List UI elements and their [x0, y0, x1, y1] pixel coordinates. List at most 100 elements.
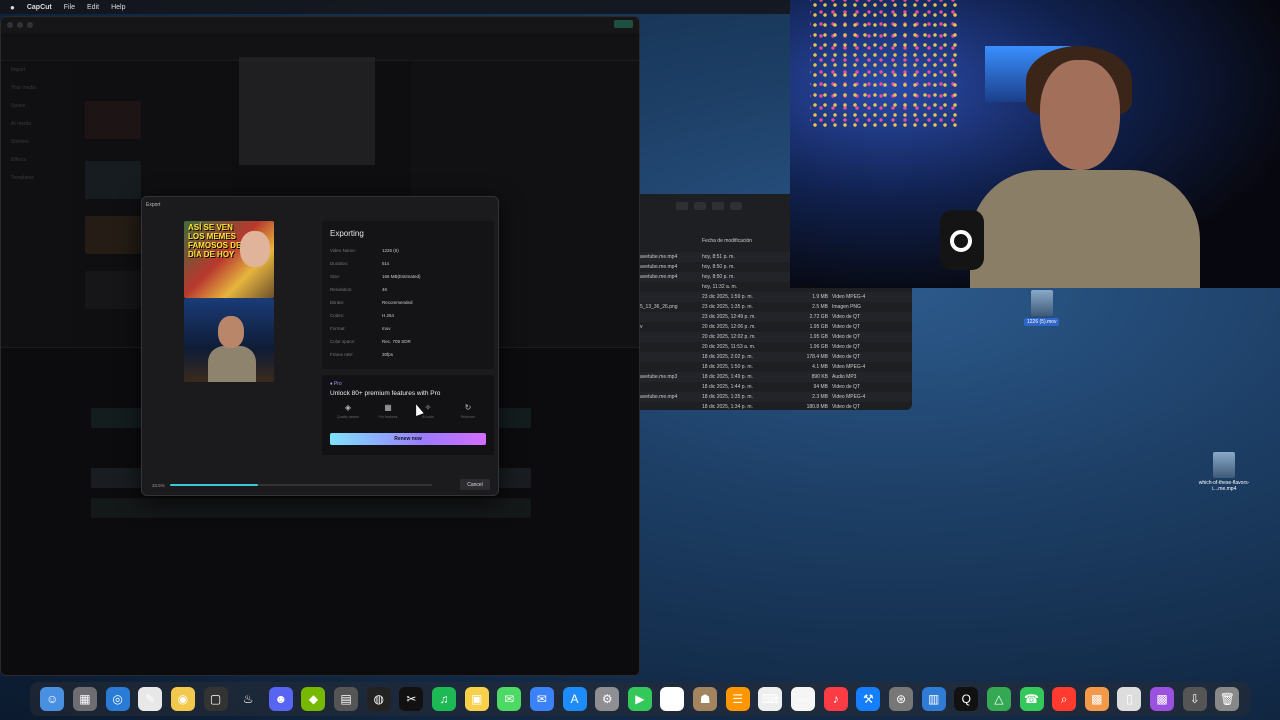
feature-label: AI tools — [422, 415, 434, 419]
notes-icon[interactable]: ▣ — [464, 687, 489, 711]
file-kind: Video de QT — [832, 314, 860, 320]
files-icon[interactable]: ▥ — [921, 687, 946, 711]
menu-help[interactable]: Help — [111, 4, 125, 11]
finder-row[interactable]: 18 dic 2025, 1:44 p. m. 94 MB Video de QT — [640, 382, 912, 392]
freeform-icon[interactable]: 〰 — [791, 687, 816, 711]
export-dialog: Export ASÍ SE VEN LOS MEMES FAMOSOS DEL … — [141, 196, 499, 496]
image-stack-icon[interactable]: ▩ — [1150, 687, 1175, 711]
media-thumb[interactable] — [85, 161, 141, 199]
finder-row[interactable]: 23 dic 2025, 12:49 p. m. 2.72 GB Video de … — [640, 312, 912, 322]
finder-row[interactable]: 18 dic 2025, 1:50 p. m. 4.1 MB Video MPEG-… — [640, 362, 912, 372]
sidebar-item[interactable]: Effects — [1, 151, 71, 169]
xcode-icon[interactable]: ⚒ — [856, 687, 881, 711]
finder-row[interactable]: 5_13_36_26.png 23 dic 2025, 1:35 p. m. 2.5… — [640, 302, 912, 312]
desktop-file[interactable]: 1226 (5).mov — [1024, 290, 1060, 326]
file-size: 1.95 GB — [809, 324, 828, 330]
media-thumb[interactable] — [85, 101, 141, 139]
column-view-icon[interactable] — [712, 202, 724, 210]
file-size: 1.96 GB — [809, 344, 828, 350]
cancel-button[interactable]: Cancel — [460, 479, 490, 490]
finder-row[interactable]: v 20 dic 2025, 12:06 p. m. 1.95 GB Video de… — [640, 322, 912, 332]
feature-item[interactable]: ↻ Relaunch — [450, 403, 486, 419]
steam-icon[interactable]: ♨ — [236, 687, 261, 711]
sidebar-item[interactable]: Your media — [1, 79, 71, 97]
file-size: 2.72 GB — [809, 314, 828, 320]
music-icon[interactable]: ♪ — [823, 687, 848, 711]
chrome-icon[interactable]: ◉ — [170, 687, 195, 711]
pro-badge: ♦ Pro — [330, 381, 342, 387]
calculator-icon[interactable]: ▤ — [334, 687, 359, 711]
menu-file[interactable]: File — [64, 4, 75, 11]
sidebar-item[interactable]: Import — [1, 61, 71, 79]
finder-row[interactable]: 20 dic 2025, 11:53 a. m. 1.96 GB Video de … — [640, 342, 912, 352]
quicktime-icon[interactable]: Q — [954, 687, 979, 711]
file-date: 18 dic 2025, 1:49 p. m. — [702, 374, 753, 380]
search-icon[interactable]: ⌕ — [1052, 687, 1077, 711]
phone-icon[interactable]: ☎ — [1019, 687, 1044, 711]
progress-percent: 33.5% — [152, 483, 165, 488]
folder-images-icon[interactable]: ▩ — [1084, 687, 1109, 711]
obs-icon[interactable]: ◍ — [366, 687, 391, 711]
mail-icon[interactable]: ✉ — [529, 687, 554, 711]
finder-row[interactable]: 18 dic 2025, 1:34 p. m. 180.8 MB Video de … — [640, 402, 912, 412]
list-view-icon[interactable] — [694, 202, 706, 210]
finder-row[interactable]: avetube.me.mp4 18 dic 2025, 1:35 p. m. 2.3… — [640, 392, 912, 402]
system-icon[interactable]: ⊛ — [888, 687, 913, 711]
gallery-view-icon[interactable] — [730, 202, 742, 210]
apple-icon[interactable]: ● — [10, 3, 15, 12]
document-icon[interactable]: ▯ — [1117, 687, 1142, 711]
drive-icon[interactable]: △ — [986, 687, 1011, 711]
sidebar-item[interactable]: AI media — [1, 115, 71, 133]
finder-row[interactable]: 18 dic 2025, 2:02 p. m. 178.4 MB Video de … — [640, 352, 912, 362]
finder-row[interactable]: 20 dic 2025, 12:02 p. m. 1.95 GB Video de … — [640, 332, 912, 342]
launchpad-icon[interactable]: ▦ — [72, 687, 97, 711]
menu-app-name[interactable]: CapCut — [27, 4, 52, 11]
window-controls[interactable] — [7, 22, 33, 28]
nvidia-icon[interactable]: ◆ — [301, 687, 326, 711]
calendar-icon[interactable]: 26 — [660, 687, 685, 711]
reminders-icon[interactable]: ☰ — [725, 687, 750, 711]
safari-icon[interactable]: ◎ — [105, 687, 130, 711]
finder-icon[interactable]: ☺ — [40, 687, 65, 711]
export-heading: Exporting — [330, 229, 364, 238]
video-player[interactable] — [239, 57, 375, 165]
finder-row[interactable]: 23 dic 2025, 1:59 p. m. 1.9 MB Video MPEG-… — [640, 292, 912, 302]
icon-view-icon[interactable] — [676, 202, 688, 210]
media-thumb[interactable] — [85, 271, 141, 309]
sidebar-item[interactable]: Space — [1, 97, 71, 115]
renew-now-button[interactable]: Renew now — [330, 433, 486, 445]
trash-icon[interactable]: 🗑 — [1215, 687, 1240, 711]
finder-row[interactable]: avetube.me.mp3 18 dic 2025, 1:49 p. m. 890… — [640, 372, 912, 382]
discord-icon[interactable]: ☻ — [268, 687, 293, 711]
progress-fill — [170, 484, 258, 486]
messages-icon[interactable]: ✉ — [497, 687, 522, 711]
video-file-icon — [1213, 452, 1235, 478]
sidebar-item[interactable]: Templates — [1, 169, 71, 187]
settings-icon[interactable]: ⚙ — [595, 687, 620, 711]
desktop-file[interactable]: which-of-these-flavors-i....me.mp4 — [1192, 452, 1256, 492]
detail-row: Codec: H.264 — [330, 309, 486, 322]
timeline-clip[interactable] — [91, 498, 531, 518]
feature-item[interactable]: ◈ Quality assets — [330, 403, 366, 419]
media-thumb[interactable] — [85, 216, 141, 254]
promo-features: ◈ Quality assets ▦ Pro features ✧ AI too… — [330, 403, 486, 419]
blank-app-icon[interactable]: ▢ — [203, 687, 228, 711]
feature-item[interactable]: ▦ Pro features — [370, 403, 406, 419]
download-icon[interactable]: ⇩ — [1182, 687, 1207, 711]
file-name: avetube.me.mp4 — [640, 274, 678, 280]
contacts-icon[interactable]: ☗ — [693, 687, 718, 711]
sidebar-item[interactable]: Stickers — [1, 133, 71, 151]
capcut-icon[interactable]: ✂ — [399, 687, 424, 711]
pencil-icon[interactable]: ✎ — [138, 687, 163, 711]
file-date: hoy, 8:50 p. m. — [702, 274, 735, 280]
keyboard-icon[interactable]: ⌨ — [758, 687, 783, 711]
spotify-icon[interactable]: ♫ — [432, 687, 456, 711]
column-header-date[interactable]: Fecha de modificación — [702, 238, 752, 244]
person-head — [1040, 60, 1120, 170]
menu-edit[interactable]: Edit — [87, 4, 99, 11]
file-kind: Video de QT — [832, 324, 860, 330]
file-date: 20 dic 2025, 12:02 p. m. — [702, 334, 756, 340]
export-button[interactable] — [614, 20, 633, 28]
facetime-icon[interactable]: ▶ — [627, 687, 652, 711]
appstore-icon[interactable]: A — [562, 687, 587, 711]
